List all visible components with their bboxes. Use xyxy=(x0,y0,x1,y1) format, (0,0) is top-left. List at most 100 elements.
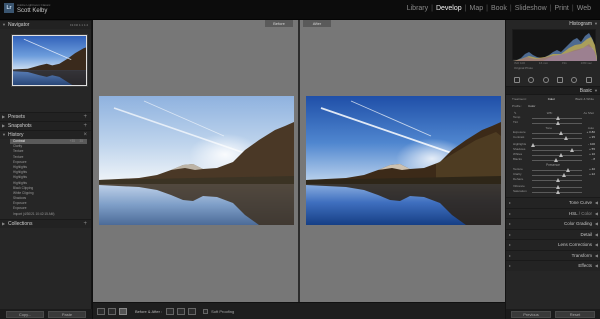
aperture-value: f/11 xyxy=(561,61,567,65)
hsl-panel[interactable]: ▸ HSL / Color ◀ xyxy=(506,207,600,219)
module-develop[interactable]: Develop xyxy=(433,5,465,12)
navigator-view-frame xyxy=(12,35,87,86)
presets-header[interactable]: ▶ Presets + xyxy=(0,112,91,121)
contrast-slider[interactable]: Contrast + 35 xyxy=(506,135,600,140)
transform-panel[interactable]: ▸ Transform ◀ xyxy=(506,249,600,261)
detail-panel[interactable]: ▸ Detail ◀ xyxy=(506,228,600,240)
left-panel-buttons: Copy... Paste xyxy=(0,309,92,319)
color-grading-panel[interactable]: ▸ Color Grading ◀ xyxy=(506,218,600,229)
history-title: History xyxy=(8,132,24,138)
shutter-value: 1/80 sec xyxy=(580,61,592,65)
panel-switch-icon[interactable]: ▸ xyxy=(509,261,511,271)
lightroom-logo: Lr xyxy=(4,3,14,13)
blacks-slider[interactable]: Blacks - 8 xyxy=(506,157,600,162)
panel-switch-icon[interactable]: ▸ xyxy=(509,251,511,261)
collapse-triangle-icon: ▼ xyxy=(594,21,598,26)
left-panel: ▼ Navigator Fit Fill 1:1 1:4 ▶ Presets + xyxy=(0,20,92,319)
right-panel-buttons: Previous Reset xyxy=(506,309,600,319)
histogram-title: Histogram xyxy=(569,21,592,27)
basic-header[interactable]: Basic ▼ xyxy=(506,86,600,95)
module-web[interactable]: Web xyxy=(574,5,594,12)
module-map[interactable]: Map xyxy=(466,5,486,12)
navigator-preview[interactable] xyxy=(11,34,88,87)
xy-view-icon[interactable] xyxy=(108,307,116,315)
module-book[interactable]: Book xyxy=(488,5,510,12)
history-item[interactable]: Import (4/30/21 10:42:15 AM) xyxy=(10,212,87,217)
treatment-color-option[interactable]: Color xyxy=(548,97,555,101)
module-picker: Library | Develop | Map | Book | Slideshow | … xyxy=(404,5,594,12)
panel-switch-icon[interactable]: ▸ xyxy=(509,198,511,208)
iso-value: ISO 100 xyxy=(514,61,526,65)
crop-tool-icon[interactable] xyxy=(514,76,521,83)
snapshots-header[interactable]: ▶ Snapshots + xyxy=(0,121,91,130)
after-label: After xyxy=(303,20,331,27)
copy-before-to-after-icon[interactable] xyxy=(166,307,175,315)
collections-title: Collections xyxy=(8,220,33,227)
loupe-view-icon[interactable] xyxy=(97,307,105,315)
histogram-header[interactable]: Histogram ▼ xyxy=(506,20,600,28)
panel-switch-icon[interactable]: ▸ xyxy=(509,230,511,240)
navigator-header[interactable]: ▼ Navigator Fit Fill 1:1 1:4 xyxy=(0,20,91,29)
histogram[interactable] xyxy=(512,29,597,61)
before-after-label: Before & After : xyxy=(135,308,163,314)
saturation-slider[interactable]: Saturation xyxy=(506,189,600,194)
histogram-graph xyxy=(513,33,597,61)
add-collection-icon[interactable]: + xyxy=(83,220,87,228)
copy-button[interactable]: Copy... xyxy=(6,310,44,318)
tool-strip xyxy=(510,76,596,83)
effects-panel[interactable]: ▸ Effects ◀ xyxy=(506,260,600,271)
history-list: Contrast +35 35 Clarity Texture Texture Ex… xyxy=(0,139,91,217)
expand-triangle-icon: ◀ xyxy=(594,231,598,237)
tint-slider[interactable]: Tint xyxy=(506,120,600,125)
treatment-bw-option[interactable]: Black & White xyxy=(575,97,594,101)
lens-corrections-panel[interactable]: ▸ Lens Corrections ◀ xyxy=(506,239,600,250)
spot-removal-tool-icon[interactable] xyxy=(528,76,535,83)
soft-proofing-label: Soft Proofing xyxy=(211,308,235,314)
identity-name: Scott Kelby xyxy=(17,8,48,14)
before-photo-image xyxy=(99,96,294,225)
basic-title: Basic xyxy=(579,88,592,94)
add-preset-icon[interactable]: + xyxy=(83,113,87,121)
collapse-triangle-icon: ▼ xyxy=(2,132,6,137)
before-label: Before xyxy=(265,20,293,27)
expand-triangle-icon: ▶ xyxy=(2,123,6,128)
previous-button[interactable]: Previous xyxy=(511,310,551,318)
yy-view-icon[interactable] xyxy=(119,307,127,315)
panel-switch-icon[interactable]: ▸ xyxy=(509,219,511,229)
swap-before-after-icon[interactable] xyxy=(188,307,197,315)
expand-triangle-icon: ◀ xyxy=(594,221,598,226)
add-snapshot-icon[interactable]: + xyxy=(83,122,87,130)
after-photo[interactable] xyxy=(306,96,501,225)
module-slideshow[interactable]: Slideshow xyxy=(512,5,550,12)
panel-switch-icon[interactable]: ▸ xyxy=(509,209,511,219)
module-library[interactable]: Library xyxy=(404,5,431,12)
expand-triangle-icon: ▶ xyxy=(2,114,6,119)
module-print[interactable]: Print xyxy=(551,5,571,12)
clear-history-icon[interactable]: × xyxy=(83,131,87,139)
navigator-zoom-options[interactable]: Fit Fill 1:1 1:4 xyxy=(70,21,88,29)
before-after-divider xyxy=(298,20,300,302)
dehaze-slider[interactable]: Dehaze xyxy=(506,177,600,182)
image-viewer[interactable]: Before After xyxy=(93,20,505,302)
expand-triangle-icon: ◀ xyxy=(594,200,598,205)
navigator-title: Navigator xyxy=(8,22,30,28)
red-eye-tool-icon[interactable] xyxy=(542,76,549,83)
paste-button[interactable]: Paste xyxy=(48,310,86,318)
tone-curve-panel[interactable]: ▸ Tone Curve ◀ xyxy=(506,197,600,208)
collections-header[interactable]: ▶ Collections + xyxy=(0,218,91,228)
history-header[interactable]: ▼ History × xyxy=(0,130,91,139)
graduated-filter-icon[interactable] xyxy=(557,76,564,83)
copy-after-to-before-icon[interactable] xyxy=(177,307,186,315)
before-photo[interactable] xyxy=(99,96,294,225)
profile-select[interactable]: Color xyxy=(528,104,535,108)
reset-button[interactable]: Reset xyxy=(555,310,595,318)
soft-proofing-checkbox[interactable] xyxy=(203,308,209,314)
adjustment-brush-icon[interactable] xyxy=(585,76,592,83)
radial-filter-icon[interactable] xyxy=(571,76,578,83)
presets-title: Presets xyxy=(8,114,25,120)
treatment-label: Treatment : xyxy=(512,97,528,101)
panel-switch-icon[interactable]: ▸ xyxy=(509,240,511,250)
catalog-name: Adobe Lightroom Classic xyxy=(17,3,51,7)
expand-triangle-icon: ◀ xyxy=(594,242,598,247)
right-panel: Histogram ▼ ISO 100 16 mm f/11 1/80 sec … xyxy=(505,20,600,319)
